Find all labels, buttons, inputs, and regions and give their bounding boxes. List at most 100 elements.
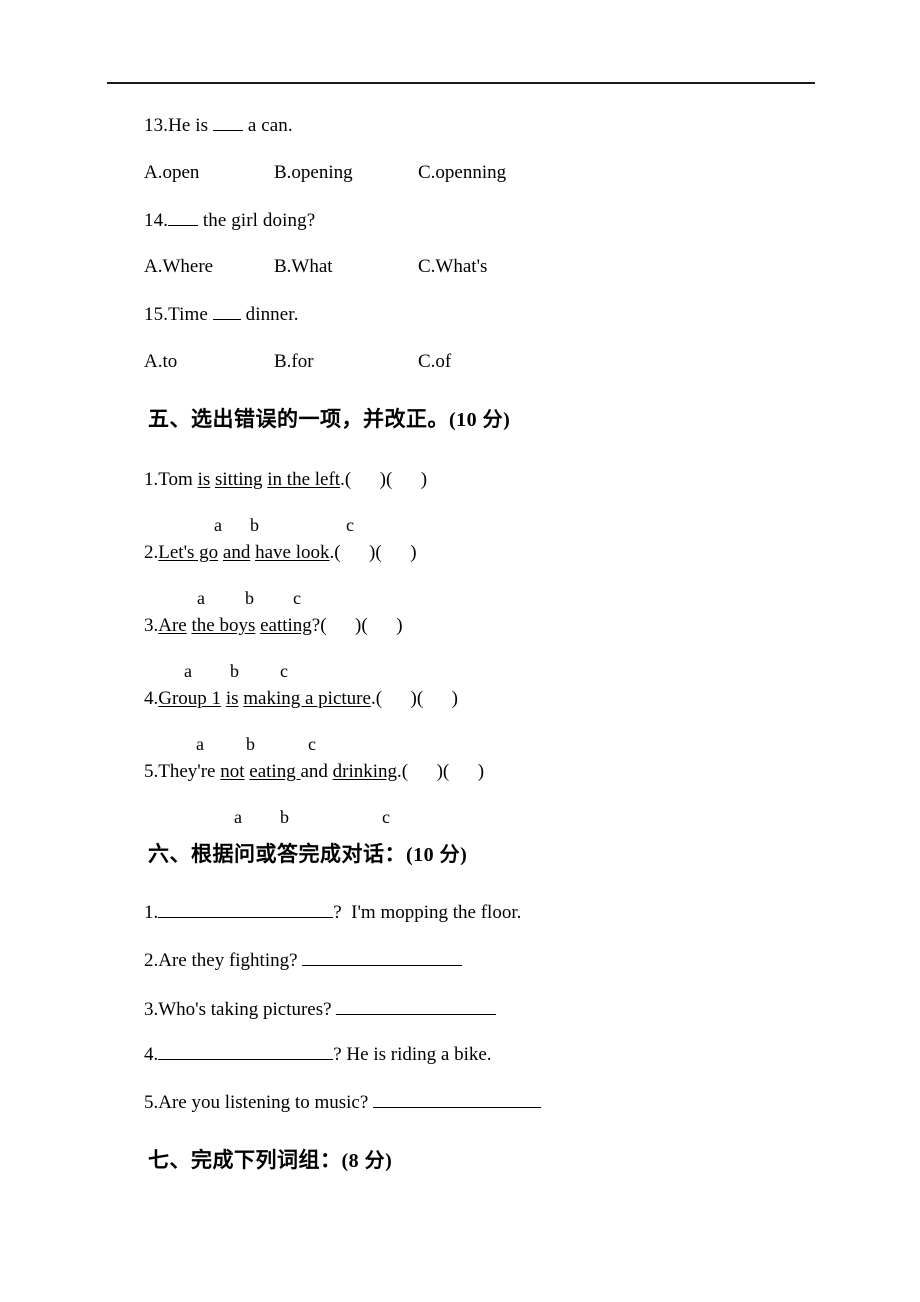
correction-item-5: 5.They're not eating and drinking.( )( ) (144, 761, 484, 783)
correction-item-1-part-a[interactable]: is (198, 469, 211, 490)
correction-item-4-tail[interactable]: .( )( ) (371, 688, 458, 709)
dialogue-item-1-blank[interactable] (158, 900, 334, 918)
question-14-option-a[interactable]: A.Where (144, 256, 274, 278)
dialogue-item-3-blank[interactable] (336, 997, 497, 1015)
correction-item-5-label-c: c (382, 807, 390, 827)
question-14-stem: 14. the girl doing? (144, 209, 315, 233)
section-five-heading-text: 五、选出错误的一项，并改正。 (148, 407, 449, 431)
dialogue-item-5: 5. Are you listening to music? (144, 1090, 542, 1114)
question-13-option-c[interactable]: C.openning (418, 162, 506, 184)
correction-item-4: 4.Group 1 is making a picture.( )( ) (144, 688, 458, 710)
question-15-option-c[interactable]: C.of (418, 351, 451, 373)
correction-item-1-tail[interactable]: .( )( ) (340, 469, 427, 490)
dialogue-item-2-before: Are they fighting? (158, 950, 303, 971)
question-15-stem-after: dinner. (240, 304, 299, 325)
header-divider-rule (107, 82, 815, 84)
question-13-option-b[interactable]: B.opening (274, 162, 418, 184)
question-13-number: 13. (144, 115, 169, 136)
question-15-option-b[interactable]: B.for (274, 351, 418, 373)
question-15-options: A.to B.for C.of (144, 351, 451, 373)
question-15-stem-before: Time (168, 304, 213, 325)
question-14-option-c[interactable]: C.What's (418, 256, 487, 278)
correction-item-5-label-a: a (234, 807, 242, 827)
question-15-option-a[interactable]: A.to (144, 351, 274, 373)
correction-item-4-part-b[interactable]: is (226, 688, 239, 709)
correction-item-4-part-c[interactable]: making a picture (243, 688, 371, 709)
section-seven-score: (8 分) (341, 1150, 393, 1172)
correction-item-2-tail[interactable]: .( )( ) (329, 542, 416, 563)
section-six-heading: 六、根据问或答完成对话：(10 分) (148, 838, 467, 868)
question-13-stem-before: He is (168, 115, 213, 136)
correction-item-5-tail[interactable]: .( )( ) (397, 761, 484, 782)
question-15-stem: 15.Time dinner. (144, 303, 299, 327)
dialogue-item-2: 2. Are they fighting? (144, 948, 463, 972)
correction-item-5-part-b[interactable]: eating (249, 761, 300, 782)
correction-item-1: 1.Tom is sitting in the left.( )( ) (144, 469, 427, 491)
correction-item-2: 2.Let's go and have look.( )( ) (144, 542, 417, 564)
correction-item-5-part-a[interactable]: not (220, 761, 244, 782)
correction-item-1-label-c: c (346, 515, 354, 535)
correction-item-3: 3.Are the boys eatting?( )( ) (144, 615, 403, 637)
dialogue-item-4-blank[interactable] (158, 1042, 334, 1060)
dialogue-item-5-number: 5. (144, 1092, 159, 1113)
correction-item-3-part-a[interactable]: Are (158, 615, 186, 636)
correction-item-1-label-a: a (214, 515, 222, 535)
correction-item-3-tail[interactable]: ?( )( ) (312, 615, 403, 636)
correction-item-2-label-a: a (197, 588, 205, 608)
question-13-stem: 13.He is a can. (144, 114, 293, 138)
section-seven-heading: 七、完成下列词组：(8 分) (148, 1144, 392, 1174)
correction-item-2-part-b[interactable]: and (223, 542, 250, 563)
question-13-option-a[interactable]: A.open (144, 162, 274, 184)
section-seven-heading-text: 七、完成下列词组： (148, 1148, 342, 1172)
dialogue-item-5-blank[interactable] (373, 1090, 542, 1108)
dialogue-item-1-after: ? I'm mopping the floor. (333, 902, 522, 923)
question-14-blank[interactable] (168, 225, 199, 226)
dialogue-item-3-before: Who's taking pictures? (158, 999, 337, 1020)
question-14-option-b[interactable]: B.What (274, 256, 418, 278)
question-13-stem-after: a can. (243, 115, 293, 136)
question-15-blank[interactable] (212, 319, 241, 320)
correction-item-1-number: 1. (144, 469, 159, 490)
question-14-stem-after: the girl doing? (198, 210, 316, 231)
section-six-heading-text: 六、根据问或答完成对话： (148, 842, 406, 866)
section-five-heading: 五、选出错误的一项，并改正。(10 分) (148, 403, 510, 433)
correction-item-5-number: 5. (144, 761, 159, 782)
dialogue-item-4: 4. ? He is riding a bike. (144, 1042, 492, 1066)
correction-item-1-lead: Tom (158, 469, 198, 490)
correction-item-1-part-c[interactable]: in the left (267, 469, 340, 490)
correction-item-4-number: 4. (144, 688, 159, 709)
dialogue-item-1: 1. ? I'm mopping the floor. (144, 900, 521, 924)
correction-item-2-part-a[interactable]: Let's go (158, 542, 218, 563)
correction-item-1-label-b: b (250, 515, 259, 535)
dialogue-item-3-number: 3. (144, 999, 159, 1020)
question-13-options: A.open B.opening C.openning (144, 162, 506, 184)
dialogue-item-1-number: 1. (144, 902, 159, 923)
correction-item-4-part-a[interactable]: Group 1 (158, 688, 221, 709)
correction-item-5-label-b: b (280, 807, 289, 827)
dialogue-item-2-number: 2. (144, 950, 159, 971)
dialogue-item-2-blank[interactable] (302, 948, 463, 966)
correction-item-2-label-b: b (245, 588, 254, 608)
dialogue-item-3: 3. Who's taking pictures? (144, 997, 497, 1021)
correction-item-5-gap-2: and (300, 761, 333, 782)
section-six-score: (10 分) (406, 844, 468, 866)
correction-item-5-lead: They're (158, 761, 221, 782)
correction-item-2-number: 2. (144, 542, 159, 563)
question-13-blank[interactable] (213, 130, 243, 131)
question-14-options: A.Where B.What C.What's (144, 256, 487, 278)
correction-item-3-part-b[interactable]: the boys (191, 615, 255, 636)
correction-item-2-part-c[interactable]: have look (255, 542, 329, 563)
correction-item-3-label-b: b (230, 661, 239, 681)
exam-paper-page: 13.He is a can. A.open B.opening C.openn… (0, 0, 920, 1302)
question-14-number: 14. (144, 210, 169, 231)
correction-item-3-part-c[interactable]: eatting (260, 615, 312, 636)
correction-item-4-label-a: a (196, 734, 204, 754)
section-five-score: (10 分) (449, 409, 511, 431)
correction-item-5-part-c[interactable]: drinking (333, 761, 397, 782)
correction-item-3-label-a: a (184, 661, 192, 681)
correction-item-3-number: 3. (144, 615, 159, 636)
correction-item-1-part-b[interactable]: sitting (215, 469, 263, 490)
correction-item-4-label-b: b (246, 734, 255, 754)
dialogue-item-4-after: ? He is riding a bike. (333, 1044, 492, 1065)
dialogue-item-4-number: 4. (144, 1044, 159, 1065)
